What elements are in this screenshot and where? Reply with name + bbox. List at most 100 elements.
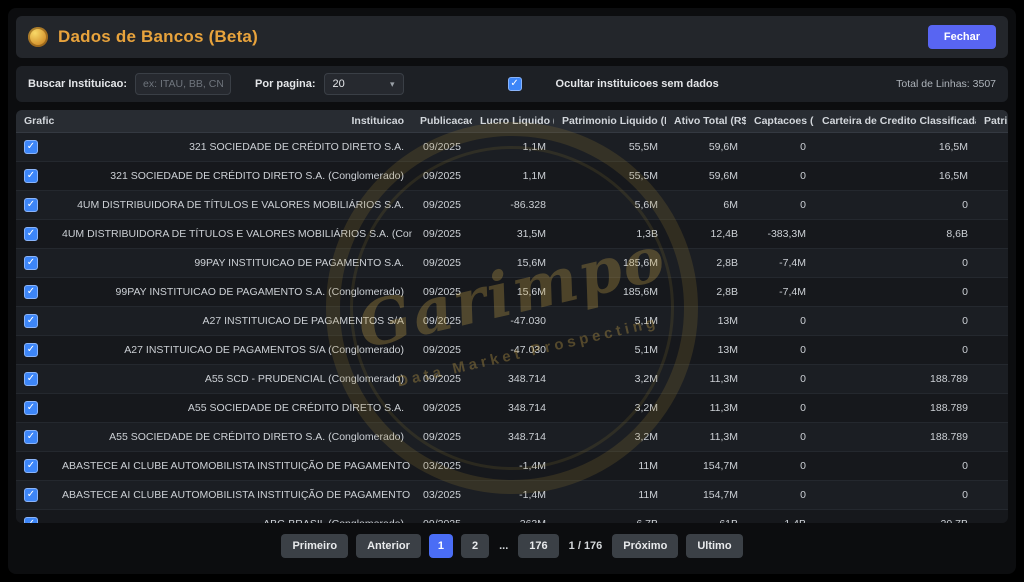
cell-institution: ABASTECE AI CLUBE AUTOMOBILISTA INSTITUI… bbox=[54, 451, 412, 480]
per-page-label: Por pagina: bbox=[255, 78, 316, 90]
cell-captacoes: 0 bbox=[746, 190, 814, 219]
total-lines-label: Total de Linhas: 3507 bbox=[896, 78, 996, 90]
pagination-page-2[interactable]: 2 bbox=[461, 534, 489, 558]
table-row: ✓ ABC-BRASIL (Conglomerado) 09/2025 263M… bbox=[16, 509, 1008, 523]
table-row: ✓ 99PAY INSTITUICAO DE PAGAMENTO S.A. (C… bbox=[16, 277, 1008, 306]
cell-captacoes: -383,3M bbox=[746, 219, 814, 248]
table-container: Grafico Instituicao Publicacao Lucro Liq… bbox=[16, 110, 1008, 523]
chart-toggle-checkbox[interactable]: ✓ bbox=[24, 401, 38, 415]
chart-toggle-checkbox[interactable]: ✓ bbox=[24, 488, 38, 502]
chart-toggle-checkbox[interactable]: ✓ bbox=[24, 517, 38, 524]
col-instituicao: Instituicao bbox=[54, 110, 412, 132]
cell-grafico: ✓ bbox=[16, 364, 54, 393]
cell-captacoes: -1,4B bbox=[746, 509, 814, 523]
chart-toggle-checkbox[interactable]: ✓ bbox=[24, 430, 38, 444]
cell-patrimonio: 55,5M bbox=[554, 132, 666, 161]
cell-grafico: ✓ bbox=[16, 393, 54, 422]
cell-publicacao: 09/2025 bbox=[412, 422, 472, 451]
table-row: ✓ A55 SOCIEDADE DE CRÉDITO DIRETO S.A. 0… bbox=[16, 393, 1008, 422]
col-lucro: Lucro Liquido (R$) bbox=[472, 110, 554, 132]
cell-grafico: ✓ bbox=[16, 335, 54, 364]
chart-toggle-checkbox[interactable]: ✓ bbox=[24, 372, 38, 386]
chart-toggle-checkbox[interactable]: ✓ bbox=[24, 198, 38, 212]
cell-ativo: 13M bbox=[666, 306, 746, 335]
cell-patrimonio-truncated bbox=[976, 451, 1008, 480]
cell-patrimonio: 3,2M bbox=[554, 364, 666, 393]
search-input[interactable] bbox=[135, 73, 231, 95]
cell-grafico: ✓ bbox=[16, 190, 54, 219]
hide-empty-checkbox[interactable]: ✓ bbox=[508, 77, 522, 91]
fechar-button[interactable]: Fechar bbox=[928, 25, 996, 49]
chart-toggle-checkbox[interactable]: ✓ bbox=[24, 285, 38, 299]
col-patrimonio-truncated: Patri bbox=[976, 110, 1008, 132]
cell-captacoes: 0 bbox=[746, 480, 814, 509]
cell-carteira: 20,7B bbox=[814, 509, 976, 523]
cell-publicacao: 09/2025 bbox=[412, 248, 472, 277]
cell-carteira: 0 bbox=[814, 248, 976, 277]
cell-lucro: 1,1M bbox=[472, 161, 554, 190]
cell-lucro: 348.714 bbox=[472, 422, 554, 451]
pagination-page-indicator: 1 / 176 bbox=[567, 540, 605, 552]
chart-toggle-checkbox[interactable]: ✓ bbox=[24, 256, 38, 270]
chart-toggle-checkbox[interactable]: ✓ bbox=[24, 459, 38, 473]
cell-institution: 99PAY INSTITUICAO DE PAGAMENTO S.A. (Con… bbox=[54, 277, 412, 306]
cell-carteira: 188.789 bbox=[814, 393, 976, 422]
filter-bar: Buscar Instituicao: Por pagina: 20 ▾ ✓ O… bbox=[16, 66, 1008, 102]
cell-patrimonio-truncated bbox=[976, 422, 1008, 451]
pagination-anterior[interactable]: Anterior bbox=[356, 534, 421, 558]
cell-carteira: 16,5M bbox=[814, 132, 976, 161]
pagination-ultimo[interactable]: Ultimo bbox=[686, 534, 742, 558]
coin-icon bbox=[28, 27, 48, 47]
cell-institution: 99PAY INSTITUICAO DE PAGAMENTO S.A. bbox=[54, 248, 412, 277]
col-captacoes: Captacoes (R$) bbox=[746, 110, 814, 132]
cell-institution: 4UM DISTRIBUIDORA DE TÍTULOS E VALORES M… bbox=[54, 190, 412, 219]
cell-publicacao: 09/2025 bbox=[412, 509, 472, 523]
chart-toggle-checkbox[interactable]: ✓ bbox=[24, 227, 38, 241]
cell-patrimonio-truncated bbox=[976, 132, 1008, 161]
search-label: Buscar Instituicao: bbox=[28, 78, 127, 90]
cell-publicacao: 09/2025 bbox=[412, 132, 472, 161]
cell-captacoes: 0 bbox=[746, 335, 814, 364]
cell-lucro: 15,6M bbox=[472, 277, 554, 306]
table-header-row: Grafico Instituicao Publicacao Lucro Liq… bbox=[16, 110, 1008, 132]
cell-ativo: 11,3M bbox=[666, 364, 746, 393]
cell-publicacao: 09/2025 bbox=[412, 306, 472, 335]
cell-institution: A55 SOCIEDADE DE CRÉDITO DIRETO S.A. (Co… bbox=[54, 422, 412, 451]
chart-toggle-checkbox[interactable]: ✓ bbox=[24, 140, 38, 154]
cell-publicacao: 09/2025 bbox=[412, 190, 472, 219]
cell-patrimonio-truncated bbox=[976, 190, 1008, 219]
cell-patrimonio-truncated bbox=[976, 161, 1008, 190]
hide-empty-label: Ocultar instituicoes sem dados bbox=[556, 78, 719, 90]
cell-carteira: 0 bbox=[814, 277, 976, 306]
table-row: ✓ 4UM DISTRIBUIDORA DE TÍTULOS E VALORES… bbox=[16, 219, 1008, 248]
cell-grafico: ✓ bbox=[16, 161, 54, 190]
pagination-ellipsis: ... bbox=[497, 540, 510, 552]
cell-carteira: 0 bbox=[814, 451, 976, 480]
pagination-page-176[interactable]: 176 bbox=[518, 534, 558, 558]
cell-captacoes: 0 bbox=[746, 364, 814, 393]
pagination-primeiro[interactable]: Primeiro bbox=[281, 534, 348, 558]
chart-toggle-checkbox[interactable]: ✓ bbox=[24, 343, 38, 357]
banks-table: Grafico Instituicao Publicacao Lucro Liq… bbox=[16, 110, 1008, 523]
cell-patrimonio: 1,3B bbox=[554, 219, 666, 248]
cell-lucro: 15,6M bbox=[472, 248, 554, 277]
cell-patrimonio: 11M bbox=[554, 480, 666, 509]
cell-patrimonio-truncated bbox=[976, 248, 1008, 277]
cell-grafico: ✓ bbox=[16, 451, 54, 480]
table-row: ✓ 321 SOCIEDADE DE CRÉDITO DIRETO S.A. (… bbox=[16, 161, 1008, 190]
cell-patrimonio: 55,5M bbox=[554, 161, 666, 190]
per-page-select[interactable]: 20 ▾ bbox=[324, 73, 404, 95]
cell-patrimonio-truncated bbox=[976, 480, 1008, 509]
table-row: ✓ A27 INSTITUICAO DE PAGAMENTOS S/A 09/2… bbox=[16, 306, 1008, 335]
cell-patrimonio: 5,1M bbox=[554, 335, 666, 364]
cell-lucro: -47.030 bbox=[472, 335, 554, 364]
cell-publicacao: 03/2025 bbox=[412, 451, 472, 480]
col-grafico: Grafico bbox=[16, 110, 54, 132]
table-row: ✓ 321 SOCIEDADE DE CRÉDITO DIRETO S.A. 0… bbox=[16, 132, 1008, 161]
pagination-proximo[interactable]: Próximo bbox=[612, 534, 678, 558]
table-body: ✓ 321 SOCIEDADE DE CRÉDITO DIRETO S.A. 0… bbox=[16, 132, 1008, 523]
cell-carteira: 8,6B bbox=[814, 219, 976, 248]
chart-toggle-checkbox[interactable]: ✓ bbox=[24, 169, 38, 183]
chart-toggle-checkbox[interactable]: ✓ bbox=[24, 314, 38, 328]
pagination-page-1[interactable]: 1 bbox=[429, 534, 453, 558]
